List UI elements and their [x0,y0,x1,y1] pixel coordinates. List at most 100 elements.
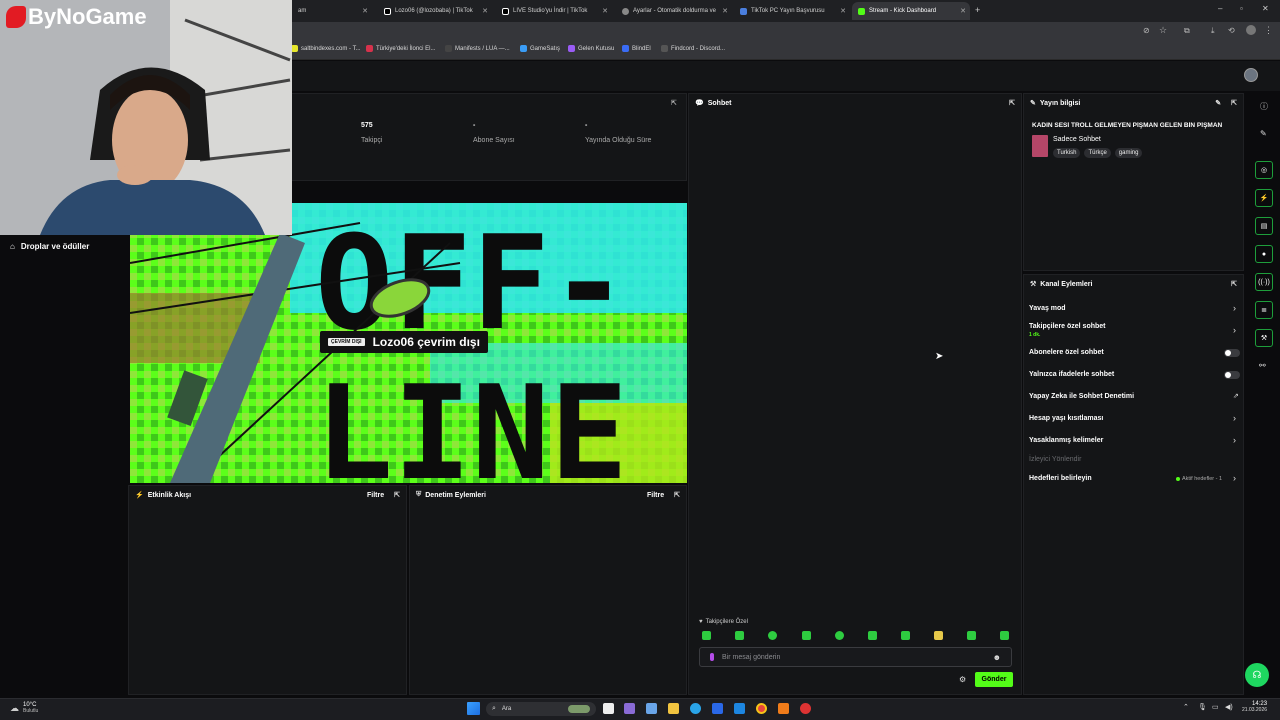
chevron-right-icon[interactable]: › [1233,413,1236,423]
browser-tab[interactable]: Lozo06 (@lozobaba) | TikTok ✕ [378,2,492,20]
action-followers-only[interactable]: Takipçilere özel sohbet [1029,323,1106,330]
rail-button-tools[interactable]: ⚒ [1255,329,1273,347]
app-icon[interactable] [778,703,789,714]
history-icon[interactable]: ⟲ [1228,26,1235,35]
mail-icon[interactable] [734,703,745,714]
popout-icon[interactable]: ⇱ [1009,99,1015,107]
rail-button-bolt[interactable]: ⚡ [1255,189,1273,207]
emote-icon[interactable] [1000,631,1009,640]
browser-tab[interactable]: LIVE Studio'yu İndir | TikTok ✕ [496,2,612,20]
rail-button-chat[interactable]: ● [1255,245,1273,263]
filter-button[interactable]: Filtre [367,492,384,499]
clock[interactable]: 14:23 21.03.2026 [1242,701,1267,713]
popout-icon[interactable]: ⇱ [1231,99,1237,107]
rail-button-broadcast[interactable]: ((·)) [1255,273,1273,291]
emote-icon[interactable] [934,631,943,640]
close-icon[interactable]: ✕ [482,7,488,15]
action-subscribers-only[interactable]: Abonelere özel sohbet [1029,349,1104,356]
bookmark[interactable]: BlindEl [622,45,651,52]
pencil-icon[interactable]: ✎ [1260,129,1267,138]
action-slow-mode[interactable]: Yavaş mod [1029,305,1066,312]
emote-icon[interactable] [967,631,976,640]
bookmark[interactable]: GameSatış [520,45,560,52]
chat-input[interactable]: Bir mesaj gönderin ☻ [699,647,1012,667]
file-explorer-icon[interactable] [668,703,679,714]
emote-icon[interactable] [868,631,877,640]
user-avatar[interactable] [1244,68,1258,82]
chrome-icon[interactable] [756,703,767,714]
close-icon[interactable]: ✕ [722,7,728,15]
action-ai-moderation[interactable]: Yapay Zeka ile Sohbet Denetimi [1029,393,1134,400]
download-icon[interactable]: ⤓ [1211,26,1215,36]
help-chat-button[interactable]: ☊ [1245,663,1269,687]
rail-button-camera[interactable]: ◎ [1255,161,1273,179]
bookmark[interactable]: Findcord - Discord... [661,45,725,52]
chevron-right-icon[interactable]: › [1233,303,1236,313]
bookmark[interactable]: Manifests / LUA —... [445,45,510,52]
action-account-age[interactable]: Hesap yaşı kısıtlaması [1029,415,1103,422]
copilot-icon[interactable] [624,703,635,714]
extensions-icon[interactable]: ⧉ [1184,26,1190,36]
close-icon[interactable]: ✕ [602,7,608,15]
info-icon[interactable]: ⓘ [1260,101,1268,112]
emote-icon[interactable] [901,631,910,640]
close-icon[interactable]: ✕ [362,7,368,15]
close-icon[interactable]: ✕ [840,7,846,15]
filter-button[interactable]: Filtre [647,492,664,499]
taskbar-search[interactable]: ⌕ Ara [486,702,596,716]
browser-tab-active[interactable]: Stream - Kick Dashboard ✕ [852,2,970,20]
browser-tab[interactable]: TikTok PC Yayın Başvurusu ✕ [734,2,850,20]
emotes-only-toggle[interactable] [1224,371,1240,379]
maximize-button[interactable]: ▫ [1240,4,1243,13]
microphone-icon[interactable]: 🎙 [1198,703,1207,711]
wifi-icon[interactable]: ▭ [1212,703,1219,711]
bookmark[interactable]: saltbindexes.com - T... [291,45,361,52]
popout-icon[interactable]: ⇱ [1231,280,1237,288]
action-emotes-only[interactable]: Yalnızca ifadelerle sohbet [1029,371,1114,378]
sidebar-item-drops[interactable]: ⌂ Droplar ve ödüller [10,242,89,251]
profile-avatar[interactable] [1246,25,1256,35]
edit-icon[interactable]: ✎ [1215,99,1221,107]
emote-icon[interactable] [768,631,777,640]
edge-icon[interactable] [690,703,701,714]
star-icon[interactable]: ☆ [1159,25,1167,36]
emoji-icon[interactable]: ☻ [993,653,1001,662]
close-icon[interactable]: ✕ [960,7,966,15]
external-link-icon[interactable]: ⇗ [1233,392,1239,400]
eye-off-icon[interactable]: ⊘ [1143,26,1150,35]
new-tab-button[interactable]: + [975,5,980,15]
obs-icon[interactable] [800,703,811,714]
menu-icon[interactable]: ⋮ [1264,25,1273,36]
bookmark[interactable]: Türkiye'deki İlonci El... [366,45,436,52]
store-icon[interactable] [712,703,723,714]
browser-tab[interactable]: Ayarlar - Otomatik doldurma ve ✕ [616,2,732,20]
emote-icon[interactable] [702,631,711,640]
start-button[interactable] [467,702,480,715]
rail-button-list[interactable]: ≣ [1255,301,1273,319]
chat-settings-icon[interactable]: ⚙ [959,675,966,684]
rail-button-document[interactable]: ▤ [1255,217,1273,235]
emote-icon[interactable] [835,631,844,640]
chevron-right-icon[interactable]: › [1233,325,1236,335]
chevron-up-icon[interactable]: ⌃ [1183,703,1189,711]
chevron-right-icon[interactable]: › [1233,435,1236,445]
popout-icon[interactable]: ⇱ [394,491,400,499]
popout-icon[interactable]: ⇱ [674,491,680,499]
emote-icon[interactable] [802,631,811,640]
popout-icon[interactable]: ⇱ [671,99,677,107]
task-view-icon[interactable] [603,703,614,714]
chevron-right-icon[interactable]: › [1233,473,1236,483]
action-set-goals[interactable]: Hedefleri belirleyin [1029,475,1092,482]
bookmark[interactable]: Gelen Kutusu [568,45,614,52]
emote-icon[interactable] [735,631,744,640]
volume-icon[interactable]: ◀) [1225,703,1233,711]
minimize-button[interactable]: – [1218,4,1222,13]
share-icon[interactable]: ⚯ [1259,361,1266,370]
subscribers-only-toggle[interactable] [1224,349,1240,357]
send-button[interactable]: Gönder [975,672,1013,687]
weather-widget[interactable]: ☁ 10°C Bulutlu [10,702,38,714]
widgets-icon[interactable] [646,703,657,714]
browser-tab[interactable]: am ✕ [292,2,372,20]
action-banned-words[interactable]: Yasaklanmış kelimeler [1029,437,1103,444]
close-window-button[interactable]: ✕ [1262,4,1269,13]
